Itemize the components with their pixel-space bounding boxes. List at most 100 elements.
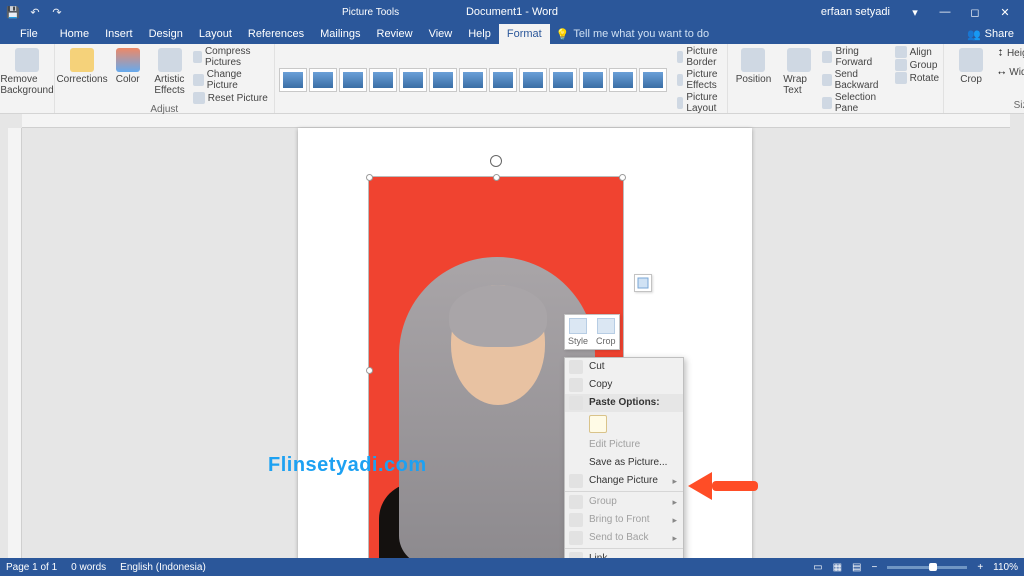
- tab-file[interactable]: File: [6, 24, 52, 44]
- artistic-icon: [158, 48, 182, 72]
- zoom-in-button[interactable]: +: [977, 562, 983, 573]
- crop-mini-icon: [597, 318, 615, 334]
- ribbon: Remove Background Corrections Color Arti…: [0, 44, 1024, 114]
- save-icon[interactable]: 💾: [6, 5, 20, 19]
- menu-copy[interactable]: Copy: [565, 376, 683, 394]
- zoom-out-button[interactable]: −: [871, 562, 877, 573]
- tell-me-search[interactable]: 💡 Tell me what you want to do: [556, 24, 709, 44]
- zoom-level[interactable]: 110%: [993, 562, 1018, 573]
- align-icon: [895, 46, 907, 58]
- tab-view[interactable]: View: [421, 24, 461, 44]
- watermark-text: Flinsetyadi.com: [268, 454, 427, 477]
- view-read-icon[interactable]: ▭: [813, 562, 822, 573]
- front-icon: [569, 513, 583, 527]
- color-button[interactable]: Color: [109, 46, 146, 87]
- mini-crop-button[interactable]: Crop: [596, 318, 616, 346]
- menu-cut[interactable]: Cut: [565, 358, 683, 376]
- height-label: ⭥: [998, 48, 1003, 59]
- change-icon: [193, 74, 204, 86]
- rotate-button[interactable]: Rotate: [895, 72, 939, 84]
- resize-handle-tr[interactable]: [619, 174, 626, 181]
- maximize-icon[interactable]: ◻: [960, 0, 990, 24]
- rotate-icon: [895, 72, 907, 84]
- picture-layout-button[interactable]: Picture Layout: [677, 92, 723, 114]
- picture-tools-tab: Picture Tools: [332, 0, 409, 24]
- style-icon: [569, 318, 587, 334]
- cut-icon: [569, 360, 583, 374]
- tab-references[interactable]: References: [240, 24, 312, 44]
- position-button[interactable]: Position: [732, 46, 776, 87]
- change-pic-icon: [569, 474, 583, 488]
- rotate-handle[interactable]: [490, 155, 502, 167]
- layout-options-icon: [637, 277, 649, 289]
- forward-icon: [822, 51, 833, 63]
- picture-border-button[interactable]: Picture Border: [677, 46, 723, 68]
- compress-icon: [193, 51, 202, 63]
- position-icon: [741, 48, 765, 72]
- menu-paste-options-header: Paste Options:: [565, 394, 683, 412]
- close-icon[interactable]: ✕: [990, 0, 1020, 24]
- wrap-text-button[interactable]: Wrap Text: [779, 46, 818, 98]
- tab-layout[interactable]: Layout: [191, 24, 240, 44]
- resize-handle-tc[interactable]: [493, 174, 500, 181]
- align-button[interactable]: Align: [895, 46, 939, 58]
- context-menu: Cut Copy Paste Options: Edit Picture Sav…: [564, 357, 684, 558]
- selection-pane-button[interactable]: Selection Pane: [822, 92, 891, 114]
- horizontal-ruler: [22, 114, 1010, 128]
- tab-mailings[interactable]: Mailings: [312, 24, 368, 44]
- layout-options-floater[interactable]: [634, 274, 652, 292]
- menu-change-picture[interactable]: Change Picture▸: [565, 472, 683, 490]
- paste-option-icon: [589, 415, 607, 433]
- status-page[interactable]: Page 1 of 1: [6, 562, 57, 573]
- status-bar: Page 1 of 1 0 words English (Indonesia) …: [0, 558, 1024, 576]
- crop-button[interactable]: Crop: [948, 46, 994, 87]
- bring-forward-button[interactable]: Bring Forward: [822, 46, 891, 68]
- status-words[interactable]: 0 words: [71, 562, 106, 573]
- resize-handle-tl[interactable]: [366, 174, 373, 181]
- vertical-ruler: [8, 128, 22, 558]
- tab-insert[interactable]: Insert: [97, 24, 141, 44]
- corrections-icon: [70, 48, 94, 72]
- menu-save-as-picture[interactable]: Save as Picture...: [565, 454, 683, 472]
- mini-toolbar: Style Crop: [564, 314, 620, 350]
- menu-paste-option[interactable]: [565, 412, 683, 436]
- user-name: erfaan setyadi: [821, 6, 890, 18]
- wrap-icon: [787, 48, 811, 72]
- group-button[interactable]: Group: [895, 59, 939, 71]
- remove-background-button[interactable]: Remove Background: [4, 46, 50, 98]
- artistic-effects-button[interactable]: Artistic Effects: [150, 46, 188, 98]
- tab-review[interactable]: Review: [369, 24, 421, 44]
- status-language[interactable]: English (Indonesia): [120, 562, 206, 573]
- change-picture-button[interactable]: Change Picture: [193, 69, 270, 91]
- menu-edit-picture: Edit Picture: [565, 436, 683, 454]
- mini-style-button[interactable]: Style: [568, 318, 588, 346]
- minimize-icon[interactable]: —: [930, 0, 960, 24]
- effects-icon: [677, 74, 684, 86]
- corrections-button[interactable]: Corrections: [59, 46, 105, 87]
- title-bar: 💾 ↶ ↷ Picture Tools Document1 - Word erf…: [0, 0, 1024, 24]
- reset-picture-button[interactable]: Reset Picture: [193, 92, 270, 104]
- ribbon-options-icon[interactable]: ▾: [900, 0, 930, 24]
- color-icon: [116, 48, 140, 72]
- view-print-icon[interactable]: ▦: [833, 562, 842, 573]
- ribbon-tabs: File Home Insert Design Layout Reference…: [0, 24, 1024, 44]
- tab-home[interactable]: Home: [52, 24, 97, 44]
- menu-group-icon: [569, 495, 583, 509]
- picture-styles-gallery[interactable]: [279, 68, 667, 92]
- compress-pictures-button[interactable]: Compress Pictures: [193, 46, 270, 68]
- menu-link[interactable]: Link: [565, 550, 683, 558]
- menu-group: Group▸: [565, 493, 683, 511]
- send-backward-button[interactable]: Send Backward: [822, 69, 891, 91]
- share-button[interactable]: 👥 Share: [957, 24, 1024, 44]
- view-web-icon[interactable]: ▤: [852, 562, 861, 573]
- tab-format[interactable]: Format: [499, 24, 550, 44]
- redo-icon[interactable]: ↷: [50, 5, 64, 19]
- copy-icon: [569, 378, 583, 392]
- tab-help[interactable]: Help: [460, 24, 499, 44]
- document-title: Document1 - Word: [466, 6, 558, 18]
- document-workspace[interactable]: Flinsetyadi.com Style Crop Cut Copy Past…: [0, 114, 1024, 558]
- picture-effects-button[interactable]: Picture Effects: [677, 69, 723, 91]
- undo-icon[interactable]: ↶: [28, 5, 42, 19]
- tab-design[interactable]: Design: [141, 24, 191, 44]
- zoom-slider[interactable]: [887, 566, 967, 569]
